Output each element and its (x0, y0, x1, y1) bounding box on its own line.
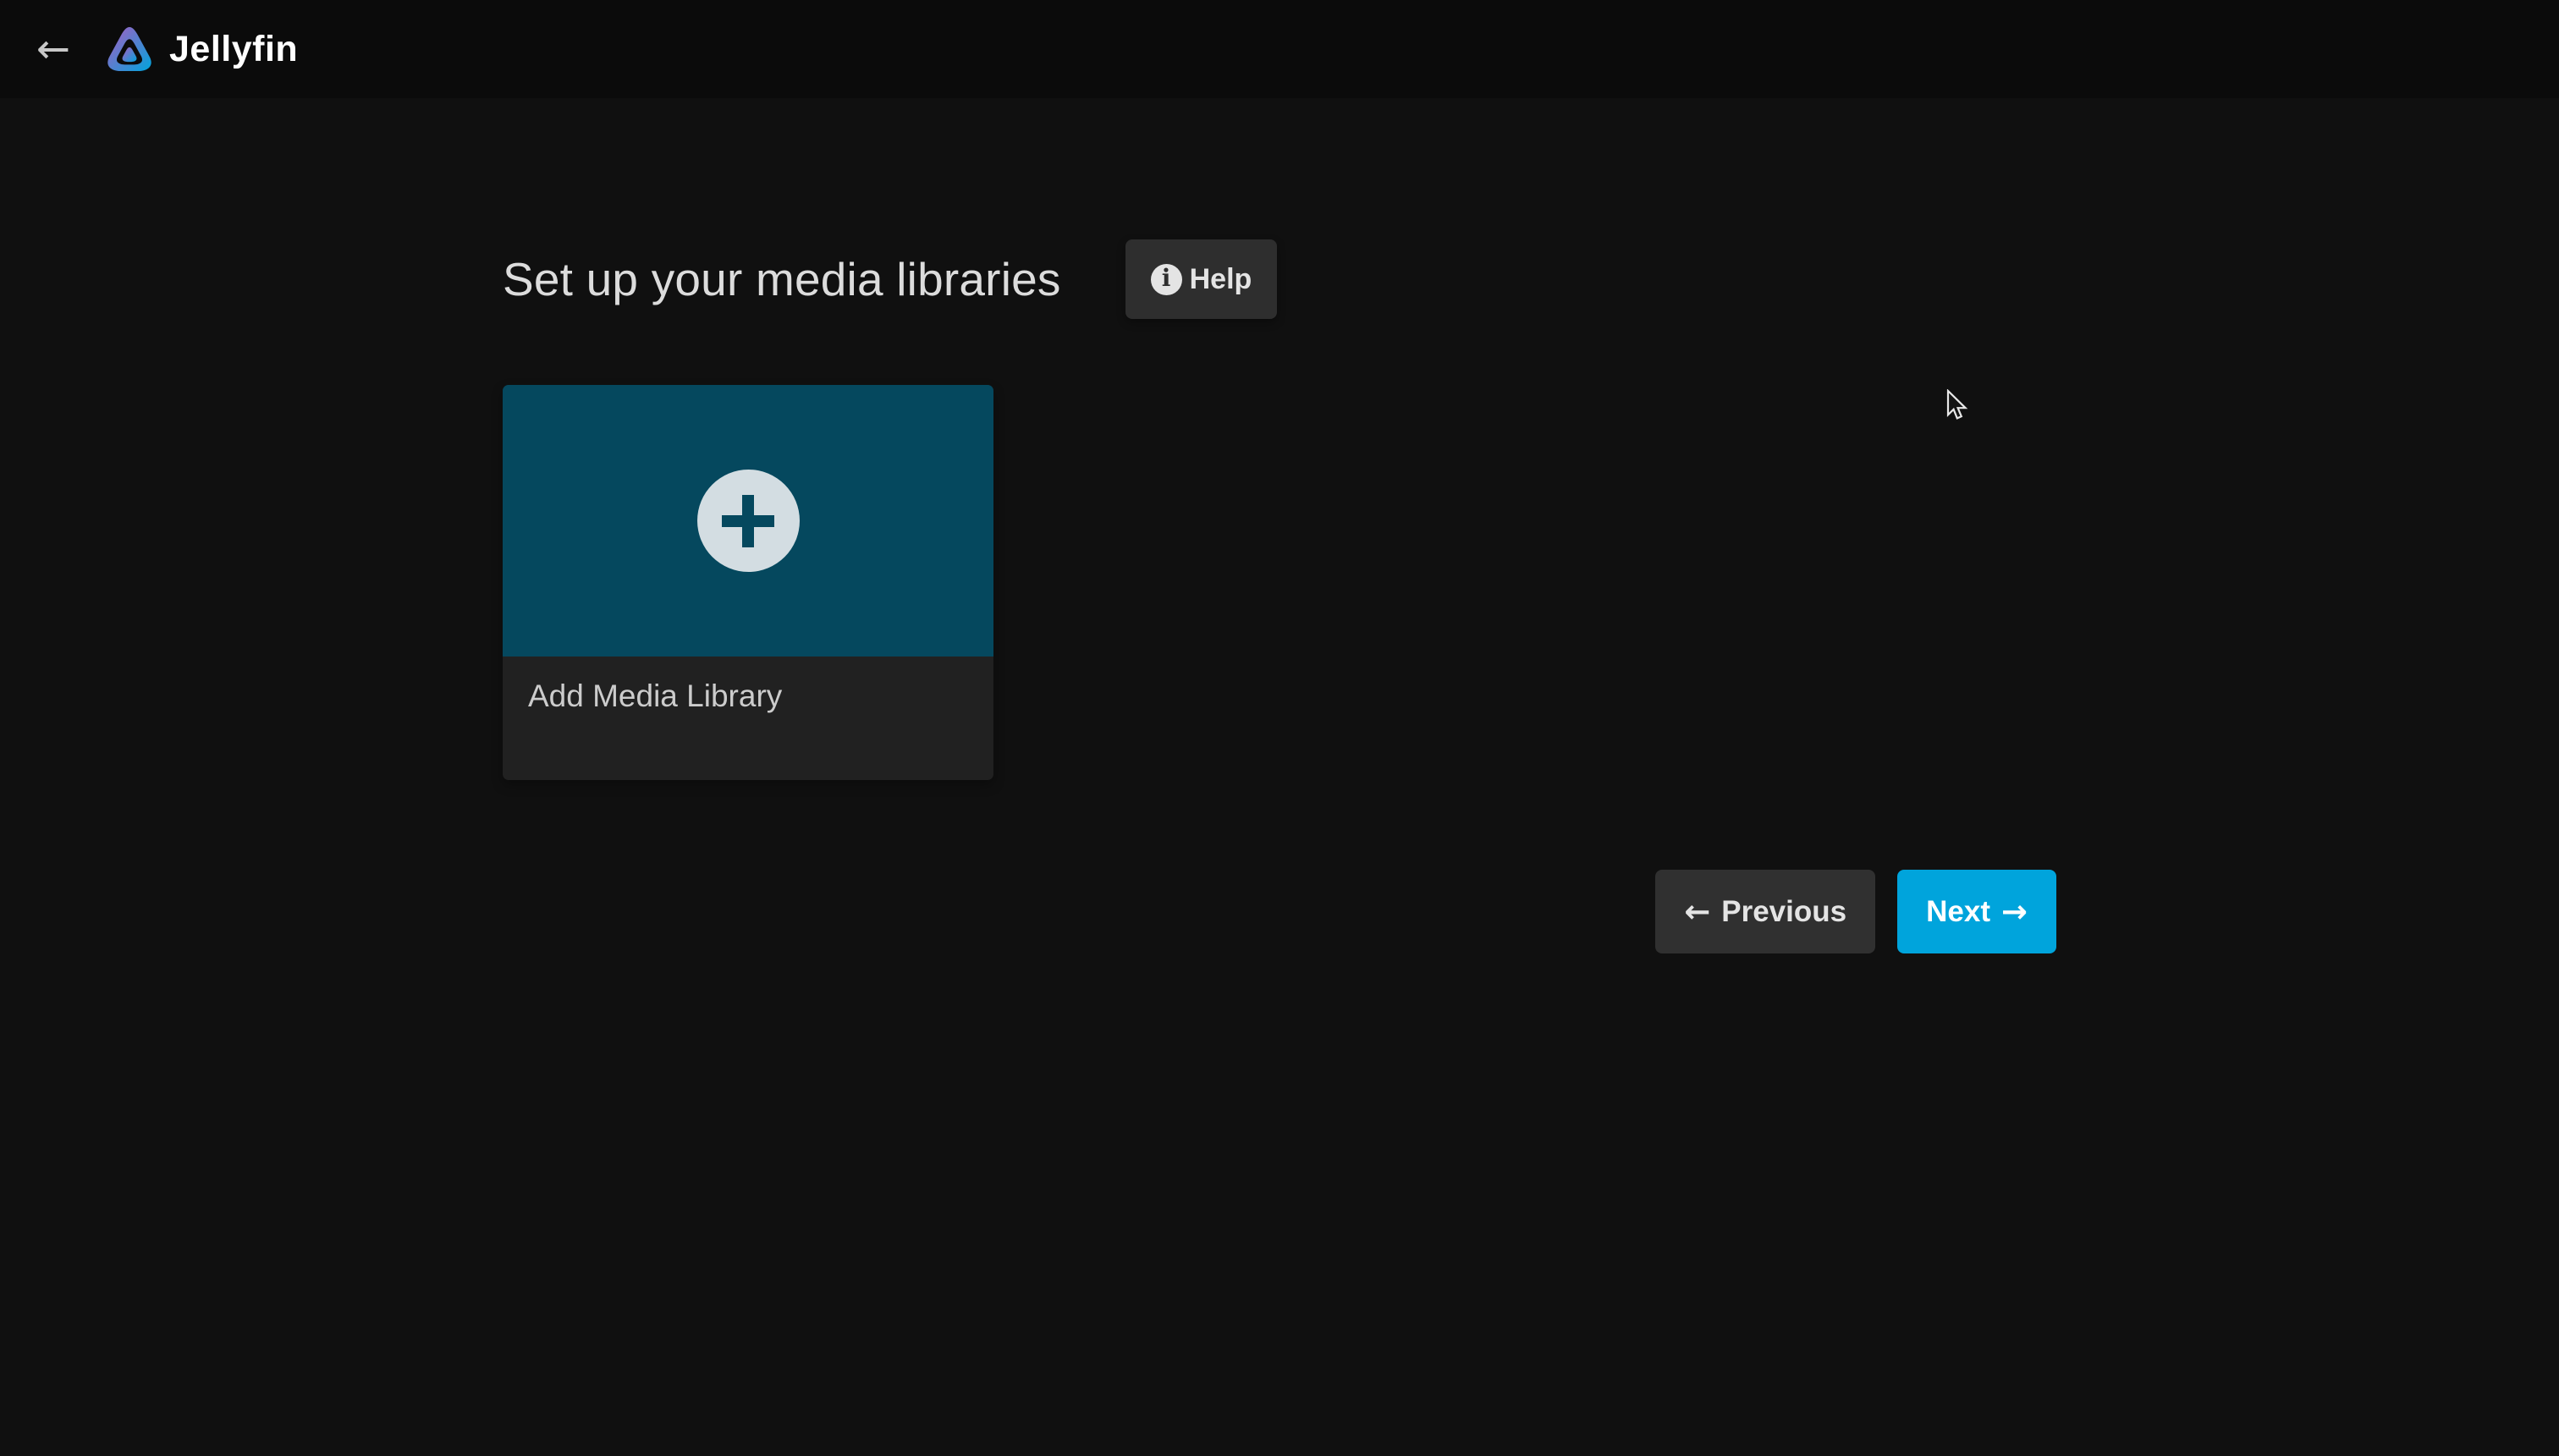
back-button[interactable]: ← (25, 21, 81, 77)
info-icon: i (1151, 264, 1182, 295)
previous-button-label: Previous (1721, 895, 1846, 929)
jellyfin-logo-icon (103, 22, 156, 76)
help-button[interactable]: i Help (1125, 239, 1278, 319)
right-arrow-icon: → (2001, 896, 2028, 927)
help-button-label: Help (1190, 263, 1252, 296)
add-media-library-card[interactable]: Add Media Library (503, 385, 993, 780)
app-title: Jellyfin (169, 29, 298, 70)
page-title: Set up your media libraries (503, 252, 1061, 306)
title-row: Set up your media libraries i Help (503, 239, 2056, 319)
setup-wizard-page: ← Jellyfin Set up your me (0, 0, 2559, 1456)
back-arrow-icon: ← (36, 29, 70, 69)
jellyfin-logo: Jellyfin (103, 22, 298, 76)
wizard-content: Set up your media libraries i Help Add M… (503, 98, 2056, 953)
next-button[interactable]: Next → (1897, 870, 2056, 953)
add-media-library-label: Add Media Library (503, 657, 993, 780)
left-arrow-icon: ← (1684, 896, 1710, 927)
next-button-label: Next (1926, 895, 1990, 929)
wizard-nav: ← Previous Next → (503, 870, 2056, 953)
add-media-library-tile (503, 385, 993, 657)
plus-circle (697, 470, 800, 572)
app-header: ← Jellyfin (0, 0, 2559, 98)
plus-icon (722, 495, 774, 547)
previous-button[interactable]: ← Previous (1655, 870, 1875, 953)
